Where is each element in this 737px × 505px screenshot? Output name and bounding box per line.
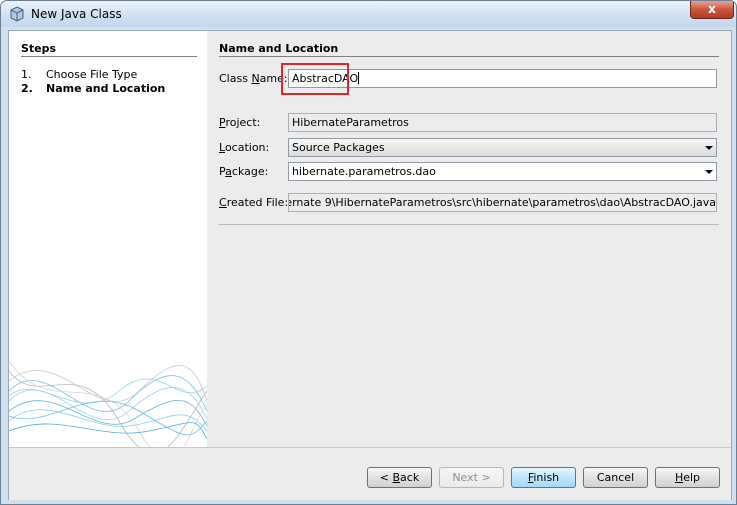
step-number: 1.	[21, 68, 32, 81]
dialog-window: New Java Class x Steps 1. Choose File Typ…	[0, 0, 737, 505]
section-divider	[219, 56, 719, 57]
title-bar[interactable]: New Java Class x	[1, 1, 736, 27]
location-label: Location:	[219, 141, 269, 154]
button-text: ack	[400, 471, 420, 484]
step-item-name-and-location: 2. Name and Location	[21, 82, 165, 95]
created-file-value: \Blog\Hibernate 9\HibernateParametros\sr…	[289, 196, 716, 209]
created-file-label: Created File:	[219, 196, 288, 209]
location-select[interactable]: Source Packages	[288, 138, 717, 157]
name-location-panel: Name and Location Class Name: AbstracDAO…	[207, 31, 731, 447]
chevron-down-icon	[705, 170, 713, 174]
content-divider	[219, 224, 719, 225]
class-name-label: Class Name:	[219, 72, 288, 85]
button-bar: < Back Next > Finish Cancel Help	[9, 447, 731, 500]
steps-title: Steps	[21, 42, 57, 55]
label-text: ocation:	[224, 141, 270, 154]
label-text: roject:	[225, 116, 261, 129]
label-text: reated File:	[226, 196, 289, 209]
button-text: Next >	[452, 471, 491, 484]
cancel-button[interactable]: Cancel	[583, 467, 648, 488]
close-icon: x	[708, 2, 716, 16]
step-label: Choose File Type	[46, 68, 138, 81]
decorative-waves-image	[9, 360, 207, 447]
finish-button[interactable]: Finish	[511, 467, 576, 488]
step-label: Name and Location	[46, 82, 166, 95]
text-caret	[358, 72, 360, 84]
next-button[interactable]: Next >	[439, 467, 504, 488]
step-number: 2.	[21, 82, 33, 95]
button-text: inish	[533, 471, 560, 484]
project-value: HibernateParametros	[292, 116, 409, 129]
label-mnemonic: C	[219, 196, 227, 209]
class-name-input[interactable]: AbstracDAO	[288, 69, 717, 88]
package-combobox[interactable]: hibernate.parametros.dao	[288, 162, 717, 181]
button-text: elp	[683, 471, 701, 484]
label-text: ckage:	[231, 165, 269, 178]
button-mnemonic: B	[392, 471, 401, 484]
window-title: New Java Class	[31, 7, 122, 21]
steps-panel: Steps 1. Choose File Type 2. Name and Loca…	[9, 31, 207, 447]
highlight-box	[281, 63, 349, 95]
package-value: hibernate.parametros.dao	[292, 165, 436, 178]
steps-divider	[21, 56, 197, 57]
project-field: HibernateParametros	[288, 113, 717, 132]
button-text: <	[379, 471, 393, 484]
section-title: Name and Location	[219, 42, 339, 55]
help-button[interactable]: Help	[655, 467, 720, 488]
app-icon	[10, 6, 24, 22]
chevron-down-icon	[705, 146, 713, 150]
label-text: Class	[219, 72, 252, 85]
back-button[interactable]: < Back	[367, 467, 432, 488]
label-mnemonic: a	[225, 165, 232, 178]
label-mnemonic: N	[251, 72, 260, 85]
step-item-choose-file-type: 1. Choose File Type	[21, 68, 137, 81]
location-value: Source Packages	[292, 141, 385, 154]
close-button[interactable]: x	[690, 1, 734, 19]
created-file-field: \Blog\Hibernate 9\HibernateParametros\sr…	[288, 193, 717, 212]
button-mnemonic: H	[674, 471, 684, 484]
package-label: Package:	[219, 165, 268, 178]
project-label: Project:	[219, 116, 260, 129]
dialog-client: Steps 1. Choose File Type 2. Name and Loca…	[8, 30, 732, 500]
button-text: Cancel	[596, 471, 635, 484]
